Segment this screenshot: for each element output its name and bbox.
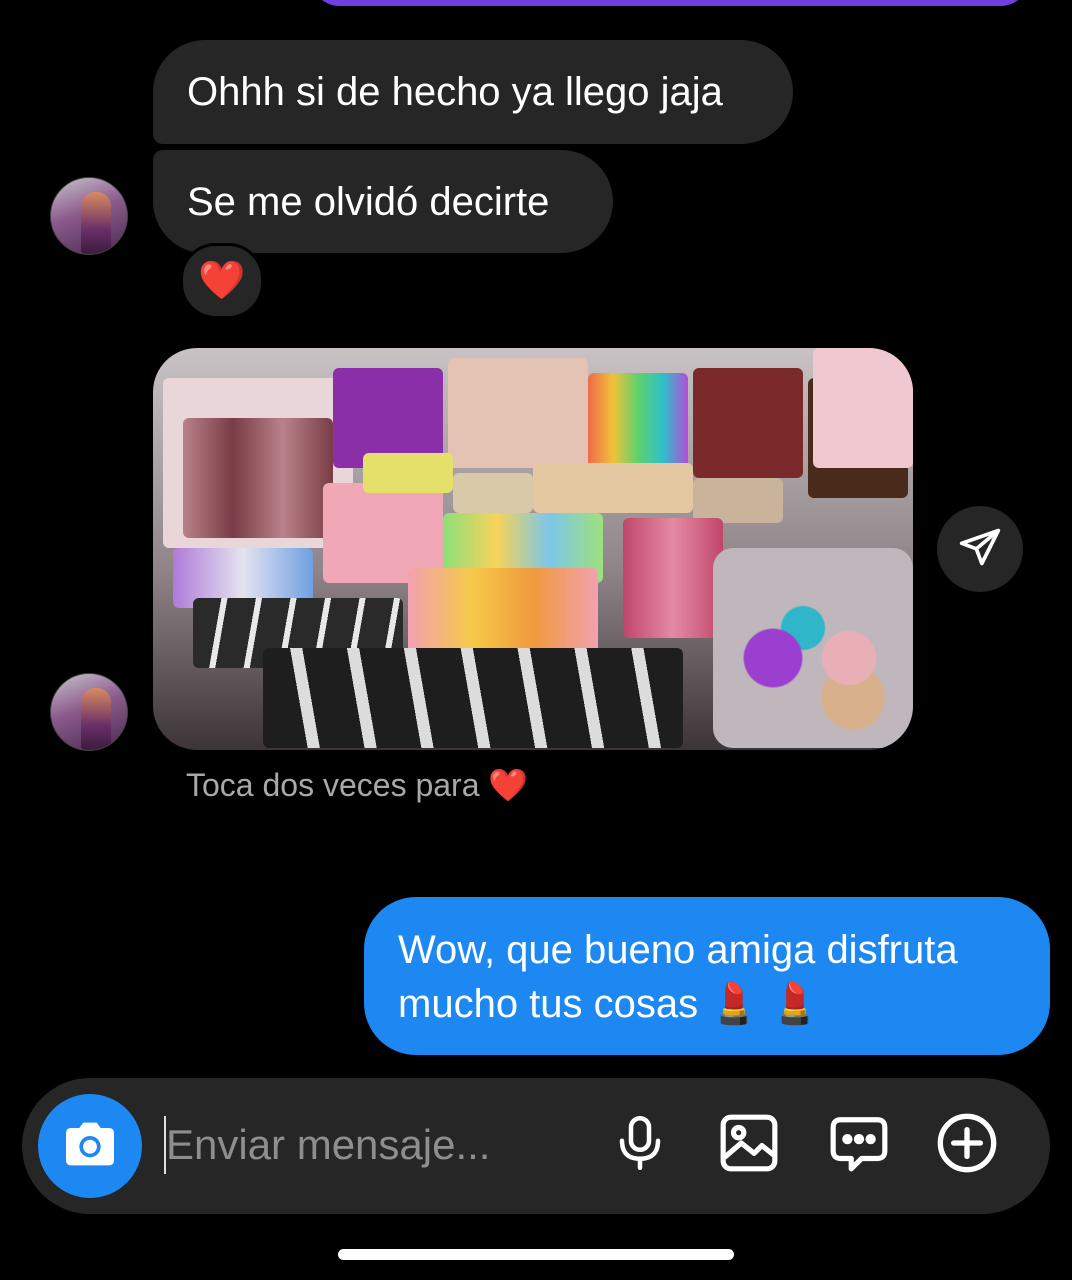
incoming-message-bubble[interactable]: Se me olvidó decirte [153, 150, 613, 253]
heart-reaction-badge[interactable]: ❤️ [180, 243, 264, 319]
double-tap-hint: Toca dos veces para ❤️ [186, 767, 529, 803]
share-photo-button[interactable] [937, 506, 1023, 592]
camera-button[interactable] [38, 1094, 142, 1198]
chat-bubble-ellipsis-icon [828, 1112, 890, 1179]
message-text: Ohhh si de hecho ya llego jaja [187, 70, 723, 114]
shared-photo-makeup-products[interactable] [153, 348, 913, 750]
contact-avatar[interactable] [50, 673, 128, 751]
message-input[interactable] [166, 1116, 586, 1174]
contact-avatar[interactable] [50, 177, 128, 255]
gallery-button[interactable] [716, 1112, 782, 1178]
outgoing-message-bubble[interactable]: Wow, que bueno amiga disfruta mucho tus … [364, 897, 1050, 1055]
previous-outgoing-bubble-edge [310, 0, 1030, 6]
plus-circle-icon [935, 1111, 999, 1180]
sticker-button[interactable] [826, 1112, 892, 1178]
incoming-message-bubble[interactable]: Ohhh si de hecho ya llego jaja [153, 40, 793, 144]
reaction-emoji: ❤️ [198, 260, 246, 302]
voice-message-button[interactable] [607, 1112, 673, 1178]
home-indicator[interactable] [338, 1249, 734, 1260]
paper-plane-icon [958, 525, 1002, 574]
camera-icon [58, 1112, 122, 1181]
message-text: Se me olvidó decirte [187, 179, 550, 224]
image-gallery-icon [718, 1112, 780, 1179]
microphone-icon [613, 1112, 667, 1179]
message-text: Wow, que bueno amiga disfruta mucho tus … [398, 928, 958, 1026]
more-options-button[interactable] [934, 1112, 1000, 1178]
